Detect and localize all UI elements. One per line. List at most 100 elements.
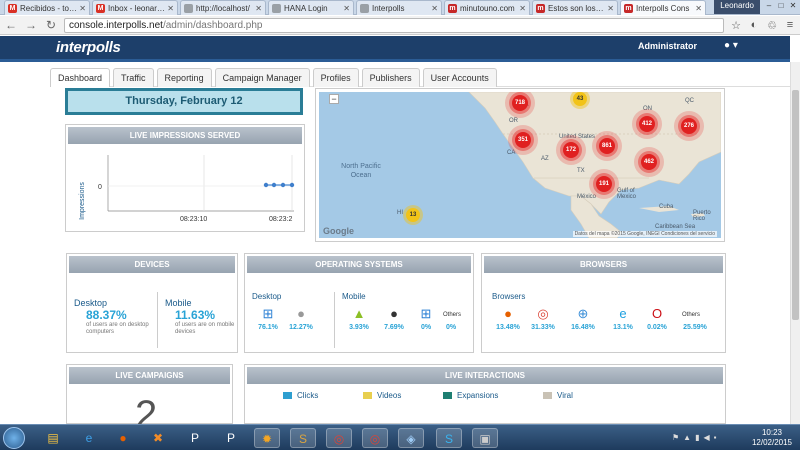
others-pct: 0%: [445, 324, 457, 331]
legend-item[interactable]: Viral: [543, 391, 573, 400]
flag-icon[interactable]: ⚑: [672, 433, 679, 442]
close-tab-icon[interactable]: ✕: [167, 4, 174, 13]
extension-icon[interactable]: ◐: [748, 19, 760, 31]
data-point[interactable]: [280, 182, 286, 188]
volume-icon[interactable]: ◀: [704, 433, 710, 442]
map-label: CA: [507, 150, 516, 156]
browser-tab[interactable]: M Recibidos - todo ✕: [4, 0, 90, 15]
sync-icon[interactable]: ♲: [766, 19, 778, 32]
chrome-icon[interactable]: ◎: [362, 428, 388, 448]
close-tab-icon[interactable]: ✕: [431, 4, 438, 13]
chart-x-tick: 08:23:2: [269, 216, 292, 223]
browser-pct: 31.33%: [531, 324, 555, 331]
url-input[interactable]: console.interpolls.net/admin/dashboard.p…: [64, 17, 724, 33]
browser-tab[interactable]: http://localhost/✕: [180, 0, 266, 15]
map-cluster-marker[interactable]: 718: [512, 95, 528, 111]
close-tab-icon[interactable]: ✕: [695, 4, 702, 13]
browser-tab[interactable]: m minutouno.com ✕: [444, 0, 530, 15]
map-cluster-marker[interactable]: 191: [596, 176, 612, 192]
map-cluster-marker[interactable]: 43: [573, 92, 587, 106]
file-explorer-icon[interactable]: ▤: [40, 428, 66, 448]
app-p2-icon[interactable]: P: [218, 428, 244, 448]
map-cluster-marker[interactable]: 13: [406, 208, 420, 222]
tab-traffic[interactable]: Traffic: [113, 68, 154, 87]
tab-user-accounts[interactable]: User Accounts: [422, 68, 497, 87]
operating-systems-panel: OPERATING SYSTEMS Desktop Mobile ⊞ 76.1%…: [244, 253, 474, 353]
map-cluster-marker[interactable]: 172: [563, 142, 579, 158]
map-cluster-marker[interactable]: 861: [599, 138, 615, 154]
network-icon[interactable]: ▮: [695, 433, 699, 442]
reload-icon[interactable]: ↻: [44, 18, 58, 32]
data-point[interactable]: [271, 182, 277, 188]
os-pct: 3.93%: [349, 324, 369, 331]
scrollbar-thumb[interactable]: [792, 90, 799, 320]
maximize-icon[interactable]: □: [776, 1, 786, 11]
current-date: Thursday, February 12: [68, 91, 300, 112]
terminal-icon[interactable]: ▣: [472, 428, 498, 448]
legend-item[interactable]: Clicks: [283, 391, 318, 400]
world-map[interactable]: − North Pacific Ocean United States Méxi…: [319, 92, 721, 238]
chart-x-tick: 08:23:10: [180, 216, 207, 223]
app-header: interpolls Administrator ● ▾: [0, 36, 790, 62]
close-tab-icon[interactable]: ✕: [519, 4, 526, 13]
map-label: AZ: [541, 156, 549, 162]
map-zoom-out-button[interactable]: −: [329, 94, 339, 104]
map-label: OR: [509, 118, 518, 124]
legend-item[interactable]: Expansions: [443, 391, 498, 400]
back-icon[interactable]: ←: [4, 18, 18, 32]
arrow-up-icon[interactable]: ▲: [683, 433, 691, 442]
tab-publishers[interactable]: Publishers: [361, 68, 420, 87]
live-map-panel: − North Pacific Ocean United States Méxi…: [315, 88, 725, 242]
clock[interactable]: 10:23 12/02/2015: [752, 428, 792, 448]
app-logo[interactable]: interpolls: [56, 39, 121, 56]
map-cluster-marker[interactable]: 462: [641, 154, 657, 170]
divider: [334, 292, 335, 348]
browser-tab[interactable]: M Inbox - leonardo ✕: [92, 0, 178, 15]
internet-explorer-icon[interactable]: e: [76, 428, 102, 448]
close-tab-icon[interactable]: ✕: [255, 4, 262, 13]
user-menu-icon[interactable]: ● ▾: [724, 40, 738, 51]
virtualbox-icon[interactable]: ◈: [398, 428, 424, 448]
google-logo: Google: [323, 226, 354, 236]
panel-title: OPERATING SYSTEMS: [247, 256, 471, 273]
xampp-icon[interactable]: ✖: [145, 428, 171, 448]
legend-item[interactable]: Videos: [363, 391, 401, 400]
browser-tab[interactable]: m Estos son los 13 ✕: [532, 0, 618, 15]
close-window-icon[interactable]: ✕: [788, 1, 798, 11]
browser-tab-active[interactable]: m Interpolls Cons ✕: [620, 0, 706, 15]
close-tab-icon[interactable]: ✕: [343, 4, 350, 13]
data-point[interactable]: [263, 182, 269, 188]
settings-app-icon[interactable]: ✹: [254, 428, 280, 448]
mobile-sub: of users are on mobile devices: [175, 322, 235, 335]
map-cluster-marker[interactable]: 351: [515, 132, 531, 148]
tab-reporting[interactable]: Reporting: [156, 68, 212, 87]
menu-icon[interactable]: ≡: [784, 19, 796, 31]
forward-icon[interactable]: →: [24, 18, 38, 32]
map-cluster-marker[interactable]: 412: [639, 116, 655, 132]
app-p-icon[interactable]: P: [182, 428, 208, 448]
apple-icon: ●: [390, 306, 398, 321]
close-tab-icon[interactable]: ✕: [79, 4, 86, 13]
browser-profile-badge[interactable]: Leonardo: [714, 0, 760, 14]
minimize-icon[interactable]: –: [764, 1, 774, 11]
close-tab-icon[interactable]: ✕: [607, 4, 614, 13]
map-cluster-marker[interactable]: 276: [681, 118, 697, 134]
power-icon[interactable]: ▪: [714, 433, 717, 442]
tab-dashboard[interactable]: Dashboard: [50, 68, 111, 87]
tab-campaign-manager[interactable]: Campaign Manager: [214, 68, 310, 87]
skype-icon[interactable]: S: [436, 428, 462, 448]
browser-tab[interactable]: Interpolls ✕: [356, 0, 442, 15]
map-label: Caribbean Sea: [655, 224, 696, 230]
firefox-icon[interactable]: ●: [110, 428, 136, 448]
sublime-text-icon[interactable]: S: [290, 428, 316, 448]
browser-tab[interactable]: HANA Login ✕: [268, 0, 354, 15]
chrome-icon[interactable]: ◎: [326, 428, 352, 448]
page-icon: [272, 3, 281, 13]
map-copyright[interactable]: Datos del mapa ©2015 Google, INEGI Condi…: [572, 231, 717, 237]
tab-profiles[interactable]: Profiles: [312, 68, 359, 87]
impressions-chart: Impressions 0 08:23:10 08:23:2: [79, 155, 295, 223]
start-button[interactable]: [3, 427, 25, 449]
bookmark-star-icon[interactable]: ☆: [730, 19, 742, 32]
data-point[interactable]: [289, 182, 295, 188]
page-scrollbar[interactable]: [790, 62, 800, 424]
